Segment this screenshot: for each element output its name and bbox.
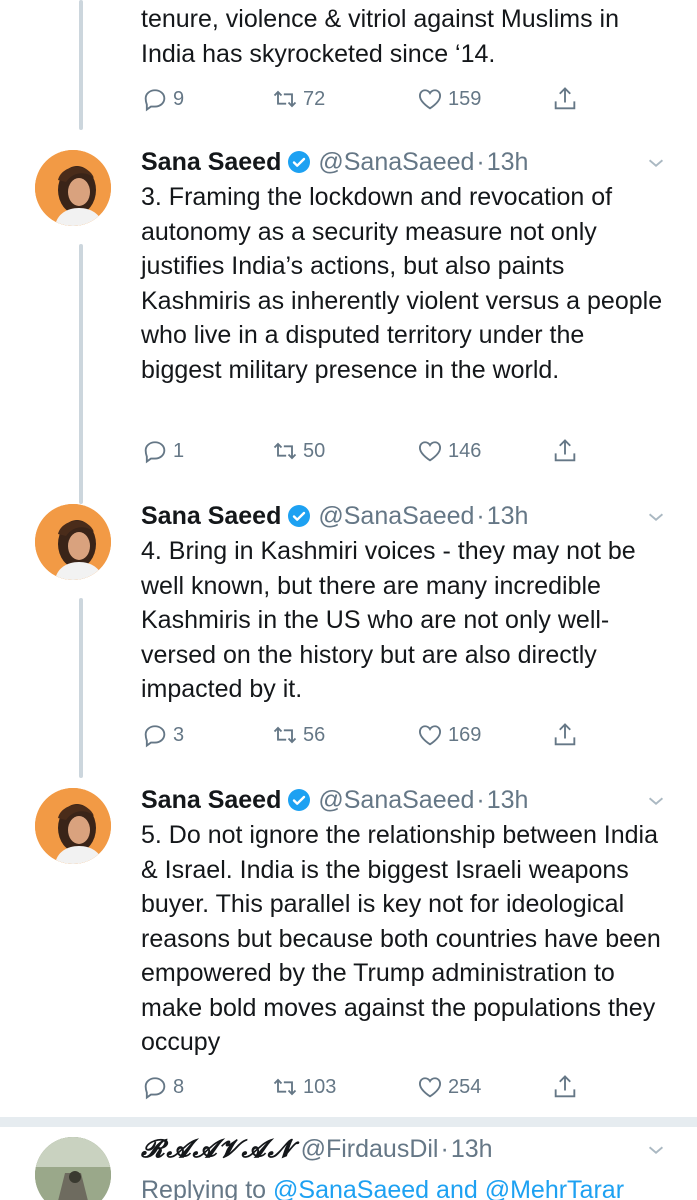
retweet-button[interactable]: 103 <box>271 1072 336 1102</box>
replying-prefix: Replying to <box>141 1176 267 1200</box>
tweet-actions: 1 50 146 <box>141 436 591 466</box>
tweet-header: Sana Saeed @SanaSaeed · 13h <box>141 784 657 816</box>
share-button[interactable] <box>551 84 579 114</box>
tweet-header: Sana Saeed @SanaSaeed · 13h <box>141 146 657 178</box>
avatar[interactable] <box>35 788 111 864</box>
author-name[interactable]: Sana Saeed <box>141 148 281 177</box>
like-count: 146 <box>448 439 482 462</box>
avatar[interactable] <box>35 150 111 226</box>
tweet-actions: 9 72 159 <box>141 84 591 114</box>
like-button[interactable]: 169 <box>416 720 481 750</box>
tweet-header: 𝓡𝓐𝓐𝓥𝓐𝓝 @FirdausDil · 13h <box>141 1133 657 1165</box>
retweet-count: 72 <box>303 87 326 110</box>
timestamp[interactable]: 13h <box>487 502 529 531</box>
author-handle[interactable]: @SanaSaeed <box>318 148 474 177</box>
retweet-button[interactable]: 72 <box>271 84 325 114</box>
chevron-down-icon[interactable] <box>645 1139 667 1161</box>
author-handle[interactable]: @SanaSaeed <box>318 786 474 815</box>
retweet-count: 103 <box>303 1075 337 1098</box>
mention-link[interactable]: @MehrTarar <box>485 1176 624 1200</box>
separator-dot: · <box>476 785 485 814</box>
reply-icon <box>144 1077 166 1100</box>
tweet-text: 4. Bring in Kashmiri voices - they may n… <box>141 537 636 703</box>
chevron-down-icon[interactable] <box>645 506 667 528</box>
verified-badge-icon <box>288 151 311 173</box>
like-icon <box>419 441 441 462</box>
separator-dot: · <box>476 147 485 176</box>
tweet[interactable]: Sana Saeed @SanaSaeed · 13h 4. Bring in … <box>0 494 697 774</box>
reply-count: 9 <box>173 87 185 110</box>
reply-count: 1 <box>173 439 185 462</box>
avatar[interactable] <box>35 1137 111 1200</box>
verified-badge-icon <box>288 505 311 527</box>
like-button[interactable]: 159 <box>416 84 481 114</box>
like-count: 254 <box>448 1075 482 1098</box>
chevron-down-icon[interactable] <box>645 790 667 812</box>
reply-button[interactable]: 9 <box>141 84 184 114</box>
author-handle[interactable]: @FirdausDil <box>301 1135 439 1164</box>
tweet-text: tenure, violence & vitriol against Musli… <box>141 5 619 68</box>
retweet-icon <box>273 90 297 108</box>
author-name[interactable]: 𝓡𝓐𝓐𝓥𝓐𝓝 <box>141 1134 294 1164</box>
chevron-down-icon[interactable] <box>645 152 667 174</box>
mention-link[interactable]: @SanaSaeed <box>273 1176 429 1200</box>
reply-count: 8 <box>173 1075 185 1098</box>
like-button[interactable]: 146 <box>416 436 481 466</box>
tweet-actions: 3 56 169 <box>141 720 591 750</box>
avatar[interactable] <box>35 504 111 580</box>
share-button[interactable] <box>551 436 579 466</box>
reply-count: 3 <box>173 723 185 746</box>
tweet[interactable]: Sana Saeed @SanaSaeed · 13h 3. Framing t… <box>0 140 697 490</box>
timestamp[interactable]: 13h <box>451 1135 493 1164</box>
retweet-icon <box>273 726 297 744</box>
retweet-count: 50 <box>303 439 326 462</box>
timestamp[interactable]: 13h <box>487 148 529 177</box>
share-button[interactable] <box>551 1072 579 1102</box>
retweet-count: 56 <box>303 723 326 746</box>
tweet-actions: 8 103 254 <box>141 1072 591 1102</box>
share-button[interactable] <box>551 720 579 750</box>
retweet-icon <box>273 442 297 460</box>
separator-dot: · <box>440 1134 449 1163</box>
like-icon <box>419 89 441 110</box>
reply-button[interactable]: 3 <box>141 720 184 750</box>
tweet-text: 5. Do not ignore the relationship betwee… <box>141 821 661 1056</box>
reply-button[interactable]: 1 <box>141 436 184 466</box>
author-name[interactable]: Sana Saeed <box>141 786 281 815</box>
separator-dot: · <box>476 501 485 530</box>
verified-badge-icon <box>288 789 311 811</box>
reply-button[interactable]: 8 <box>141 1072 184 1102</box>
section-separator <box>0 1117 697 1127</box>
share-icon <box>554 439 576 462</box>
reply-tweet[interactable]: 𝓡𝓐𝓐𝓥𝓐𝓝 @FirdausDil · 13h Replying to @Sa… <box>0 1127 697 1200</box>
share-icon <box>554 723 576 746</box>
reply-icon <box>144 725 166 748</box>
share-icon <box>554 87 576 110</box>
tweet-partial[interactable]: tenure, violence & vitriol against Musli… <box>0 0 697 130</box>
reply-icon <box>144 89 166 112</box>
replying-to: Replying to @SanaSaeed and @MehrTarar <box>141 1176 624 1200</box>
author-name[interactable]: Sana Saeed <box>141 502 281 531</box>
tweet[interactable]: Sana Saeed @SanaSaeed · 13h 5. Do not ig… <box>0 778 697 1108</box>
retweet-button[interactable]: 50 <box>271 436 325 466</box>
like-icon <box>419 725 441 746</box>
tweet-header: Sana Saeed @SanaSaeed · 13h <box>141 500 657 532</box>
tweet-text: 3. Framing the lockdown and revocation o… <box>141 183 663 384</box>
author-handle[interactable]: @SanaSaeed <box>318 502 474 531</box>
like-count: 159 <box>448 87 482 110</box>
like-button[interactable]: 254 <box>416 1072 481 1102</box>
retweet-icon <box>273 1078 297 1096</box>
like-count: 169 <box>448 723 482 746</box>
share-icon <box>554 1075 576 1098</box>
replying-and: and <box>436 1176 478 1200</box>
retweet-button[interactable]: 56 <box>271 720 325 750</box>
timestamp[interactable]: 13h <box>487 786 529 815</box>
reply-icon <box>144 441 166 464</box>
like-icon <box>419 1077 441 1098</box>
